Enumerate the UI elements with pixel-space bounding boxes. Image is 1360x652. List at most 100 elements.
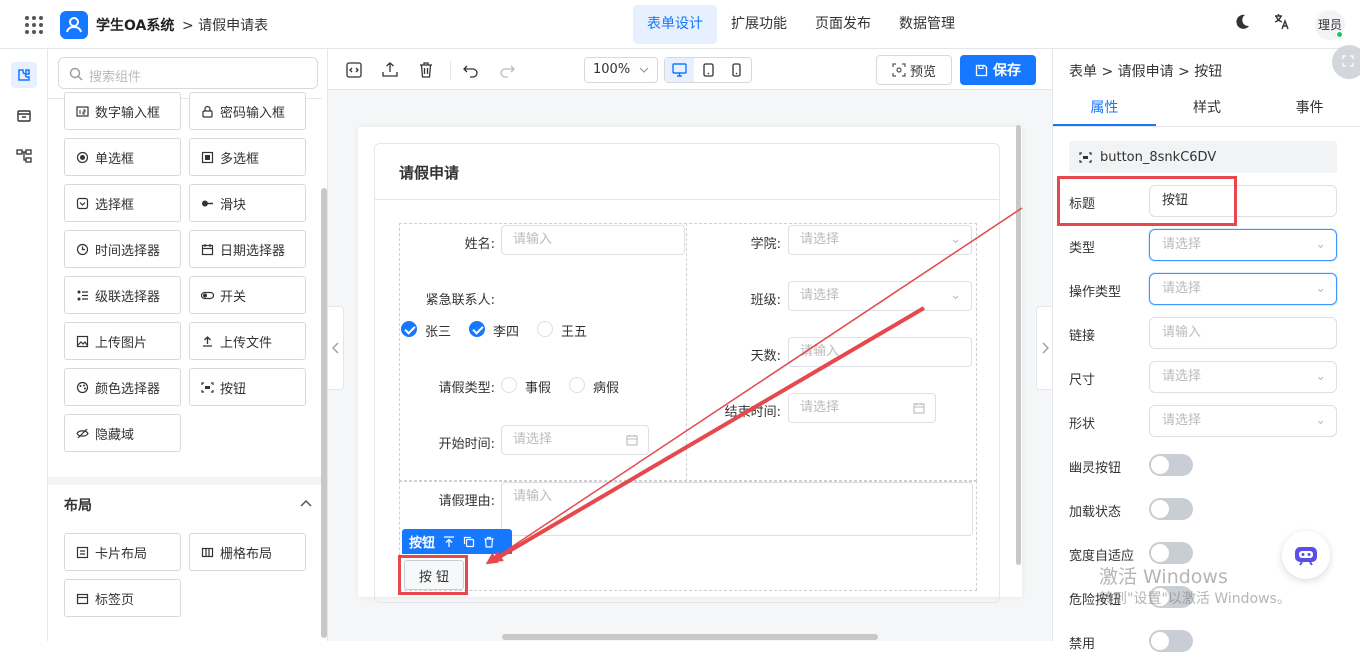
nav-extensions[interactable]: 扩展功能 (717, 5, 801, 44)
button-icon (201, 381, 214, 393)
prop-size-select[interactable]: 请选择 ⌄ (1149, 361, 1337, 393)
calendar-icon (201, 243, 214, 255)
app-grid-icon[interactable] (24, 15, 44, 35)
comp-upload-file[interactable]: 上传文件 (189, 322, 306, 360)
comp-upload-image[interactable]: 上传图片 (64, 322, 181, 360)
comp-color-picker[interactable]: 颜色选择器 (64, 368, 181, 406)
prop-link-input[interactable]: 请输入 (1149, 317, 1337, 349)
image-icon (76, 335, 89, 347)
fullscreen-corner-icon[interactable] (1332, 45, 1360, 79)
prop-action-type-select[interactable]: 请选择 ⌄ (1149, 273, 1337, 305)
comp-radio[interactable]: 单选框 (64, 138, 181, 176)
prop-link-label: 链接 (1069, 329, 1096, 344)
card-divider (375, 199, 999, 200)
comp-date-picker[interactable]: 日期选择器 (189, 230, 306, 268)
prop-shape-select[interactable]: 请选择 ⌄ (1149, 405, 1337, 437)
nav-data-manage[interactable]: 数据管理 (885, 5, 969, 44)
class-label: 班级: (750, 293, 781, 308)
prop-link-placeholder: 请输入 (1162, 325, 1202, 340)
chevron-down-icon (639, 67, 649, 73)
class-select[interactable]: 请选择 ⌄ (788, 281, 972, 311)
comp-label: 数字输入框 (95, 105, 161, 121)
template-icon[interactable] (11, 103, 37, 129)
comp-hidden-field[interactable]: 隐藏域 (64, 414, 181, 452)
leave-type-radio-2[interactable] (569, 377, 585, 393)
comp-grid-layout[interactable]: 栅格布局 (189, 533, 306, 571)
component-search-input[interactable]: 搜索组件 (58, 57, 318, 89)
comp-number-input[interactable]: 数字输入框 (64, 92, 181, 130)
tablet-icon[interactable] (694, 58, 723, 82)
comp-time-picker[interactable]: 时间选择器 (64, 230, 181, 268)
prop-disabled-toggle[interactable] (1149, 630, 1193, 652)
canvas-toolbar: 100% 预览 保存 (328, 49, 1052, 90)
days-label: 天数: (750, 349, 781, 364)
upload-icon (203, 335, 212, 347)
prop-type-select[interactable]: 请选择 ⌄ (1149, 229, 1337, 261)
contact-option-2: 李四 (493, 325, 520, 340)
avatar[interactable]: 理员 (1315, 10, 1345, 40)
calendar-icon (626, 435, 638, 446)
prop-loading-toggle[interactable] (1149, 498, 1193, 520)
comp-cascader[interactable]: 级联选择器 (64, 276, 181, 314)
collapse-left-button[interactable] (328, 306, 344, 390)
contact-checkbox-3[interactable] (537, 321, 553, 337)
comp-button[interactable]: 按钮 (189, 368, 306, 406)
component-panel: 搜索组件 数字输入框 密码输入框 单选框 多选框 选择框 滑块 时间选择器 日期… (48, 49, 328, 641)
zoom-select[interactable]: 100% (584, 57, 658, 83)
comp-checkbox[interactable]: 多选框 (189, 138, 306, 176)
code-icon[interactable] (345, 61, 363, 79)
tab-attributes[interactable]: 属性 (1053, 89, 1156, 126)
components-icon[interactable] (11, 62, 37, 88)
number-input-icon (76, 105, 89, 117)
redo-icon[interactable] (498, 61, 516, 79)
college-select[interactable]: 请选择 ⌄ (788, 225, 972, 255)
export-icon[interactable] (381, 61, 399, 79)
contact-checkbox-2[interactable] (469, 321, 485, 337)
copy-icon[interactable] (463, 536, 475, 548)
zoom-value: 100% (593, 62, 631, 77)
breadcrumb[interactable]: > 请假申请表 (182, 15, 268, 35)
save-button[interactable]: 保存 (960, 55, 1036, 85)
comp-select[interactable]: 选择框 (64, 184, 181, 222)
comp-slider[interactable]: 滑块 (189, 184, 306, 222)
prop-type-label: 类型 (1069, 241, 1096, 256)
chevron-up-icon[interactable] (300, 499, 312, 507)
form-board: 请假申请 姓名: 请输入 学院: 请选择 ⌄ 紧急联系人: 张三 李四 王五 班级… (358, 127, 1022, 603)
days-placeholder: 请输入 (800, 344, 840, 359)
delete-icon[interactable] (483, 536, 495, 548)
comp-switch[interactable]: 开关 (189, 276, 306, 314)
end-time-picker[interactable]: 请选择 (788, 393, 936, 423)
card-icon (76, 546, 89, 558)
canvas-horizontal-scrollbar[interactable] (502, 634, 878, 640)
assistant-robot-icon[interactable] (1282, 531, 1330, 579)
comp-tabs[interactable]: 标签页 (64, 579, 181, 617)
structure-tree-icon[interactable] (11, 143, 37, 169)
comp-card-layout[interactable]: 卡片布局 (64, 533, 181, 571)
mobile-icon[interactable] (722, 58, 751, 82)
prop-shape-label: 形状 (1069, 417, 1096, 432)
translate-icon[interactable] (1273, 13, 1291, 31)
start-time-picker[interactable]: 请选择 (501, 425, 649, 455)
prop-ghost-toggle[interactable] (1149, 454, 1193, 476)
days-input[interactable]: 请输入 (788, 337, 972, 367)
prop-block-toggle[interactable] (1149, 542, 1193, 564)
comp-password-input[interactable]: 密码输入框 (189, 92, 306, 130)
dark-mode-icon[interactable] (1233, 13, 1251, 31)
name-input[interactable]: 请输入 (501, 225, 685, 255)
component-panel-scrollbar[interactable] (321, 188, 327, 638)
move-top-icon[interactable] (443, 535, 455, 548)
nav-form-design[interactable]: 表单设计 (633, 5, 717, 44)
collapse-right-button[interactable] (1036, 306, 1052, 390)
canvas-vertical-scrollbar[interactable] (1016, 125, 1021, 565)
undo-icon[interactable] (462, 61, 480, 79)
desktop-icon[interactable] (665, 58, 694, 82)
tab-events[interactable]: 事件 (1258, 89, 1360, 126)
design-canvas: 100% 预览 保存 请假申请 姓名: 请输入 学院: 请选择 ⌄ 紧急联系人: … (328, 49, 1052, 641)
preview-button[interactable]: 预览 (876, 55, 952, 85)
delete-icon[interactable] (417, 61, 435, 79)
reason-textarea[interactable]: 请输入 (501, 482, 973, 536)
tab-style[interactable]: 样式 (1156, 89, 1259, 126)
leave-type-radio-1[interactable] (501, 377, 517, 393)
contact-checkbox-1[interactable] (401, 321, 417, 337)
nav-publish[interactable]: 页面发布 (801, 5, 885, 44)
